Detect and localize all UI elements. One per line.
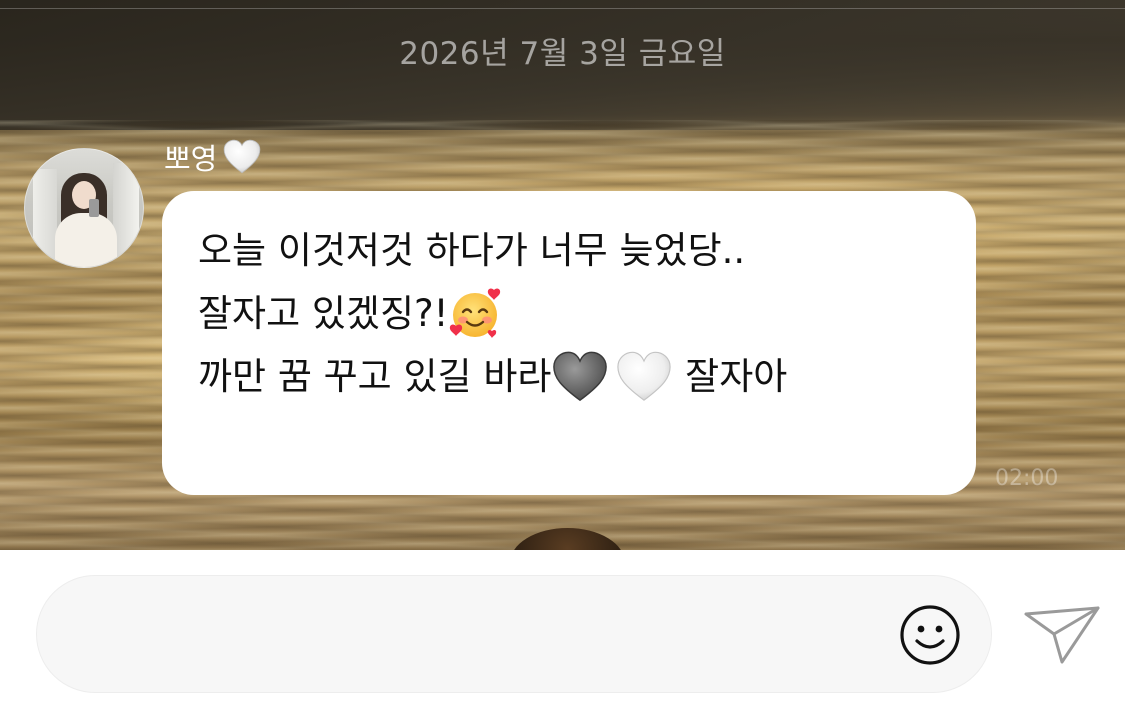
message-line-1: 오늘 이것저것 하다가 너무 늦었당.. [198, 219, 940, 282]
white-heart-icon [224, 139, 261, 174]
avatar-coat [55, 213, 117, 267]
smiley-icon[interactable] [898, 603, 962, 667]
date-separator: 2026년 7월 3일 금요일 [399, 36, 726, 72]
message-line-3: 까만 꿈 꾸고 있길 바라 잘자아 [198, 345, 940, 408]
message-bubble[interactable]: 오늘 이것저것 하다가 너무 늦었당.. 잘자고 있겠징?! 까만 꿈 꾸고 있… [162, 191, 976, 495]
paper-plane-icon[interactable] [1022, 602, 1102, 668]
avatar-phone [89, 199, 99, 217]
message-line-2-text: 잘자고 있겠징?! [198, 292, 449, 335]
white-heart-icon [617, 351, 672, 401]
grey-heart-icon [553, 351, 608, 401]
message-input[interactable] [36, 575, 992, 693]
avatar-bg-left [33, 169, 57, 259]
message-line-2: 잘자고 있겠징?! [198, 282, 940, 345]
sender-name: 뽀영 [164, 136, 263, 178]
sender-avatar[interactable] [24, 148, 144, 268]
message-timestamp: 02:00 [995, 466, 1059, 491]
message-line-3-text-before: 까만 꿈 꾸고 있길 바라 [198, 355, 552, 398]
header-divider [0, 8, 1125, 9]
smiling-face-with-hearts-emoji [450, 288, 501, 338]
sender-name-text: 뽀영 [164, 142, 218, 176]
message-line-1-text: 오늘 이것저것 하다가 너무 늦었당.. [198, 229, 746, 272]
message-line-3-text-after: 잘자아 [673, 355, 788, 398]
chat-screen: 2026년 7월 3일 금요일 뽀영 오늘 이것저것 하다가 너무 늦었당.. [0, 0, 1125, 714]
